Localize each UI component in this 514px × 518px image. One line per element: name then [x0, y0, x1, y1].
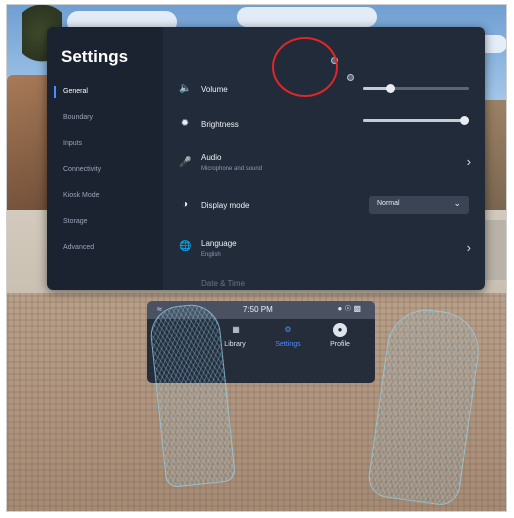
display-mode-value: Normal: [377, 200, 400, 207]
audio-row[interactable]: 🎤 Audio Microphone and sound ›: [163, 151, 485, 179]
globe-icon: 🌐: [179, 241, 192, 252]
nav-item-connectivity[interactable]: Connectivity: [47, 157, 163, 183]
nav-item-kiosk-mode[interactable]: Kiosk Mode: [47, 183, 163, 209]
display-mode-label: Display mode: [201, 201, 250, 210]
settings-sidebar: Settings General Boundary Inputs Connect…: [47, 27, 163, 290]
display-mode-row: ◑ Display mode Normal ⌄: [163, 195, 485, 215]
taskbar-settings[interactable]: Settings: [266, 341, 310, 348]
taskbar-profile[interactable]: Profile: [318, 341, 362, 348]
volume-label: Volume: [201, 85, 228, 94]
nav-item-boundary[interactable]: Boundary: [47, 105, 163, 131]
nav-item-general[interactable]: General: [47, 79, 163, 105]
language-sublabel: English: [201, 252, 221, 258]
volume-slider-knob[interactable]: [386, 84, 395, 93]
brightness-slider[interactable]: [363, 116, 469, 125]
contrast-icon: ◑: [181, 199, 189, 210]
clock: 7:50 PM: [243, 305, 273, 314]
brightness-slider-knob[interactable]: [460, 116, 469, 125]
sun-icon: ✹: [180, 118, 190, 129]
language-row[interactable]: 🌐 Language English ›: [163, 235, 485, 263]
gear-icon: ⚙: [284, 325, 292, 334]
volume-slider[interactable]: [363, 84, 469, 93]
settings-nav: General Boundary Inputs Connectivity Kio…: [47, 79, 163, 261]
audio-label: Audio: [201, 153, 222, 162]
settings-title: Settings: [61, 47, 129, 66]
gaze-cursor: [347, 74, 354, 81]
brightness-slider-fill: [363, 119, 469, 122]
nav-item-advanced[interactable]: Advanced: [47, 235, 163, 261]
chevron-right-icon: ›: [466, 240, 471, 255]
brightness-row: ✹ Brightness: [163, 116, 485, 132]
language-label: Language: [201, 239, 237, 248]
nav-item-storage[interactable]: Storage: [47, 209, 163, 235]
chevron-right-icon: ›: [466, 154, 471, 169]
speaker-icon: 🔈: [179, 83, 192, 94]
audio-sublabel: Microphone and sound: [201, 166, 263, 172]
grid-icon: ▦: [232, 325, 240, 334]
microphone-icon: 🎤: [179, 157, 192, 168]
annotation-highlight-circle: [272, 37, 338, 97]
vr-scene: Settings General Boundary Inputs Connect…: [6, 4, 507, 512]
date-time-label: Date & Time: [201, 279, 246, 288]
date-time-row[interactable]: Date & Time: [163, 277, 485, 289]
display-mode-dropdown[interactable]: Normal ⌄: [369, 196, 469, 214]
brightness-label: Brightness: [201, 120, 239, 129]
person-icon: ●: [333, 323, 347, 337]
nav-item-inputs[interactable]: Inputs: [47, 131, 163, 157]
chevron-down-icon: ⌄: [453, 198, 461, 208]
settings-panel: Settings General Boundary Inputs Connect…: [47, 27, 485, 290]
status-icons: ●☉▩: [337, 304, 363, 313]
